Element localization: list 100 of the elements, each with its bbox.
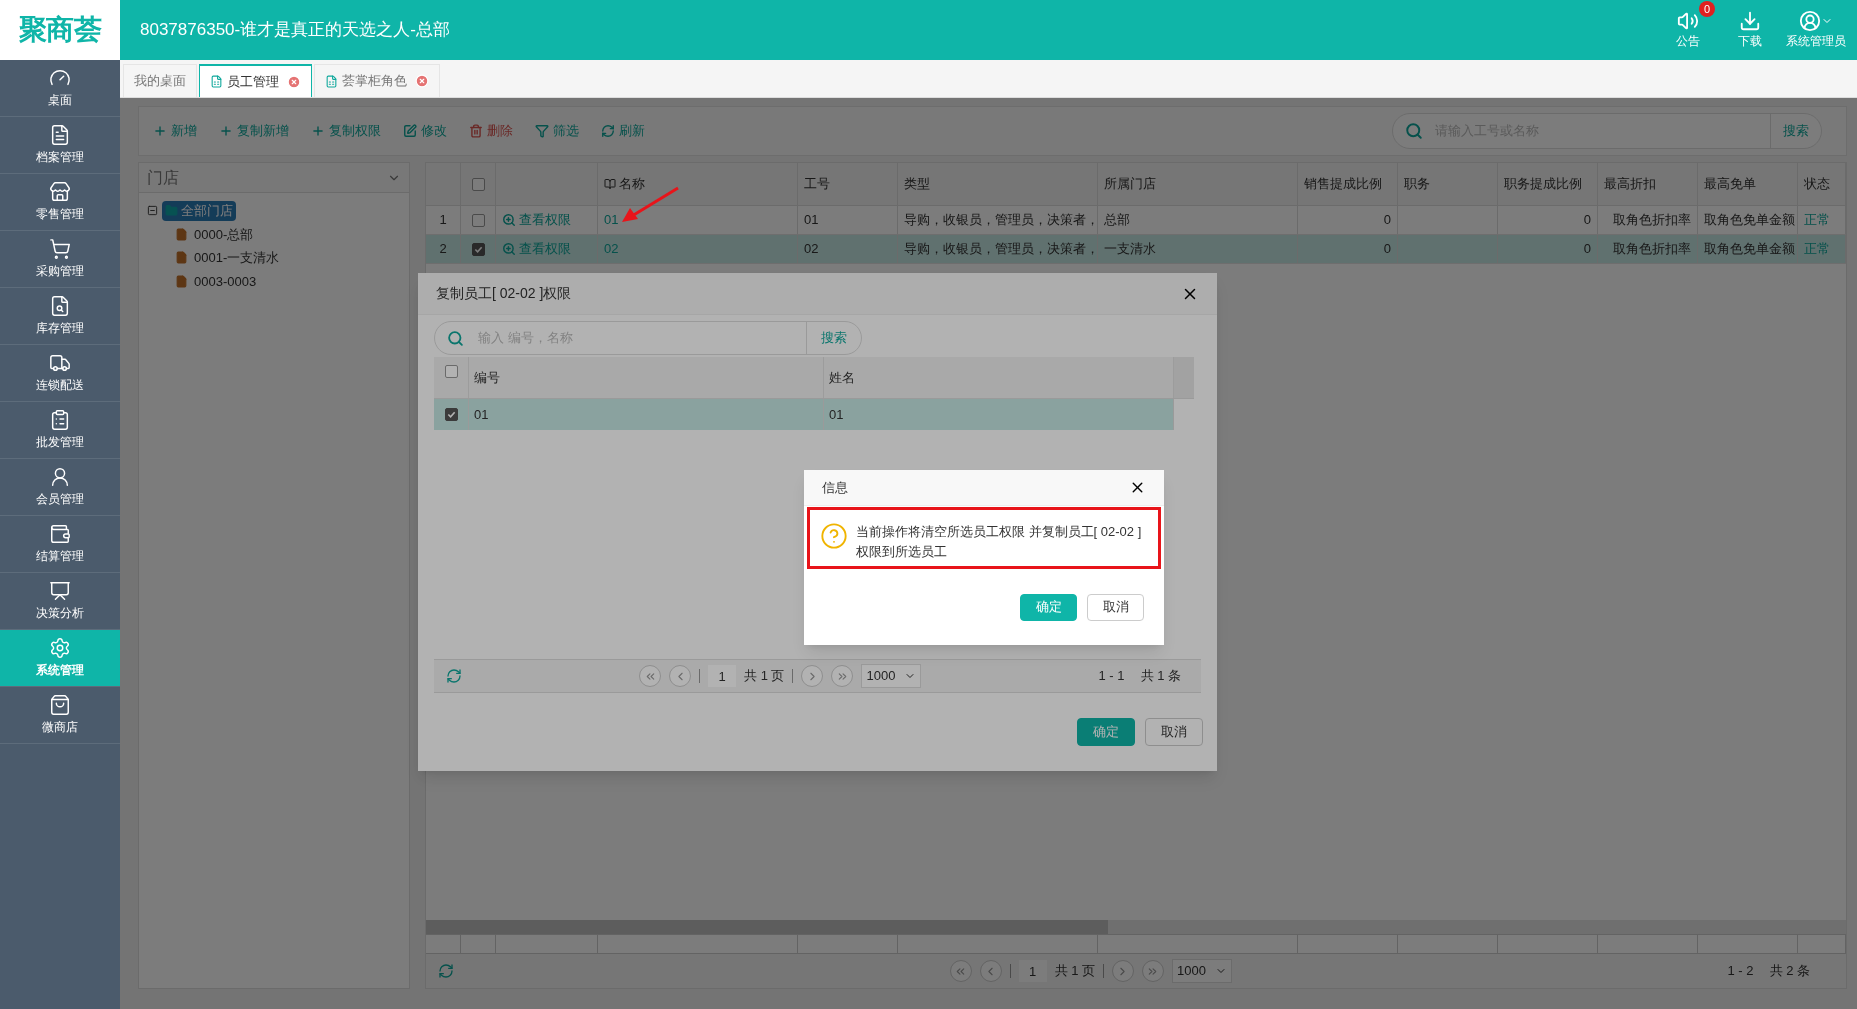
first-page-button[interactable] [639,665,661,687]
previous-page-button[interactable] [669,665,691,687]
logo: 聚商荟 [19,13,101,47]
column-header[interactable]: 名称 [598,163,798,205]
sidebar-item[interactable]: 系统管理 [0,630,120,687]
tree-item[interactable]: 全部门店 [162,201,236,221]
next-page-button[interactable] [801,665,824,687]
table-cell: 总部 [1098,206,1298,234]
user-menu[interactable]: 系统管理员 [1781,10,1851,50]
view-permission-link[interactable]: 查看权限 [496,206,598,234]
table-cell: 02 [598,235,798,263]
column-header[interactable]: 编号 [469,357,824,398]
toolbar-button[interactable]: 筛选 [535,121,579,141]
search-button[interactable]: 搜索 [1770,114,1821,148]
refresh-icon[interactable] [438,963,454,979]
store-select[interactable]: 门店 [139,163,409,193]
tab[interactable]: 荟掌柜角色 [314,64,440,97]
plus-icon [219,124,233,138]
search-icon [447,329,464,347]
check-icon [446,410,456,419]
table-cell: 0 [1498,235,1598,263]
last-page-button[interactable] [1142,960,1164,982]
column-header[interactable]: 职务提成比例 [1498,163,1598,205]
table-cell: 导购，收银员，管理员，决策者， [898,206,1098,234]
first-page-button[interactable] [949,960,972,982]
column-header[interactable]: 所属门店 [1098,163,1298,205]
dialog-title: 复制员工[ 02-02 ]权限 [436,284,572,303]
toolbar-button[interactable]: 修改 [403,121,447,141]
collapse-icon[interactable] [147,205,158,217]
settings-icon [49,637,71,659]
file-search-icon [49,295,71,317]
record-range: 1 - 2 [1727,962,1754,981]
column-header[interactable]: 最高免单 [1698,163,1798,205]
page-field[interactable]: 1 [708,665,736,687]
user-icon [49,466,71,488]
checkbox[interactable] [444,365,458,378]
wallet-icon [49,523,71,545]
page-size-select[interactable]: 1000 [1172,959,1232,983]
sheet-icon [210,75,223,88]
column-header[interactable]: 类型 [898,163,1098,205]
speaker-icon [1677,10,1699,32]
file-icon [175,251,188,265]
column-header[interactable]: 职务 [1398,163,1498,205]
filter-icon [535,124,549,138]
table-cell: 导购，收银员，管理员，决策者， [898,235,1098,263]
zoom-in-icon [502,242,516,256]
message-title: 信息 [822,478,848,497]
toolbar-button[interactable]: 刷新 [601,121,645,141]
column-header[interactable]: 最高折扣 [1598,163,1698,205]
next-page-button[interactable] [1112,960,1134,982]
cancel-button[interactable]: 取消 [1145,718,1203,746]
truck-icon [49,352,71,374]
checkbox[interactable] [471,213,485,227]
close-icon [287,74,301,89]
toolbar-button[interactable]: 新增 [153,121,197,141]
record-total: 共 2 条 [1769,962,1810,981]
download-button[interactable]: 下载 [1719,10,1781,50]
zoom-in-icon [502,213,516,227]
search-button[interactable]: 搜索 [806,322,861,354]
last-page-button[interactable] [831,665,854,687]
download-icon [1739,10,1761,32]
previous-page-button[interactable] [979,960,1002,982]
table-cell: 01 [824,399,1174,430]
checkbox[interactable] [444,408,458,421]
chart-board-icon [49,580,71,602]
tree-item[interactable]: 0000-总部 [147,224,401,244]
row-number: 2 [426,235,461,263]
column-header[interactable]: 销售提成比例 [1298,163,1398,205]
checkbox[interactable] [471,242,485,256]
table-cell: 0 [1298,206,1398,234]
tab[interactable]: 我的桌面 [123,64,197,97]
tab[interactable]: 员工管理 [199,64,312,97]
store-icon [49,181,71,203]
cancel-button[interactable]: 取消 [1087,593,1144,621]
table-row[interactable]: 01 01 [434,399,1174,430]
page-count: 共 1 页 [1054,962,1095,981]
table-cell: 取角色折扣率 [1598,235,1698,263]
toolbar-button[interactable]: 删除 [469,121,513,141]
tree-item[interactable]: 0001-一支清水 [147,248,401,268]
toolbar-button[interactable]: 复制新增 [219,121,289,141]
record-total: 共 1 条 [1140,667,1181,686]
scrollbar[interactable] [426,920,1846,934]
table-row[interactable]: 1 查看权限 01 01 导购，收银员，管理员，决策者， 总部 0 0 取角色折扣率 取角色免单金额 正常 [426,206,1846,235]
toolbar-button[interactable]: 复制权限 [311,121,381,141]
close-icon [415,74,429,88]
refresh-icon[interactable] [446,668,462,684]
page-field[interactable]: 1 [1018,960,1047,982]
tree-item[interactable]: 0003-0003 [147,271,401,291]
question-icon [820,522,848,550]
confirm-button[interactable]: 确定 [1020,593,1077,621]
confirm-button[interactable]: 确定 [1077,718,1135,746]
window-title: 8037876350-谁才是真正的天选之人-总部 [140,19,450,42]
avatar-icon [1799,10,1821,32]
checkbox[interactable] [471,177,485,191]
column-header[interactable]: 状态 [1798,163,1846,205]
table-cell: 正常 [1798,235,1846,263]
document-icon [49,124,71,146]
trash-icon [469,124,483,138]
column-header[interactable]: 工号 [798,163,898,205]
page-size-select[interactable]: 1000 [861,664,922,688]
